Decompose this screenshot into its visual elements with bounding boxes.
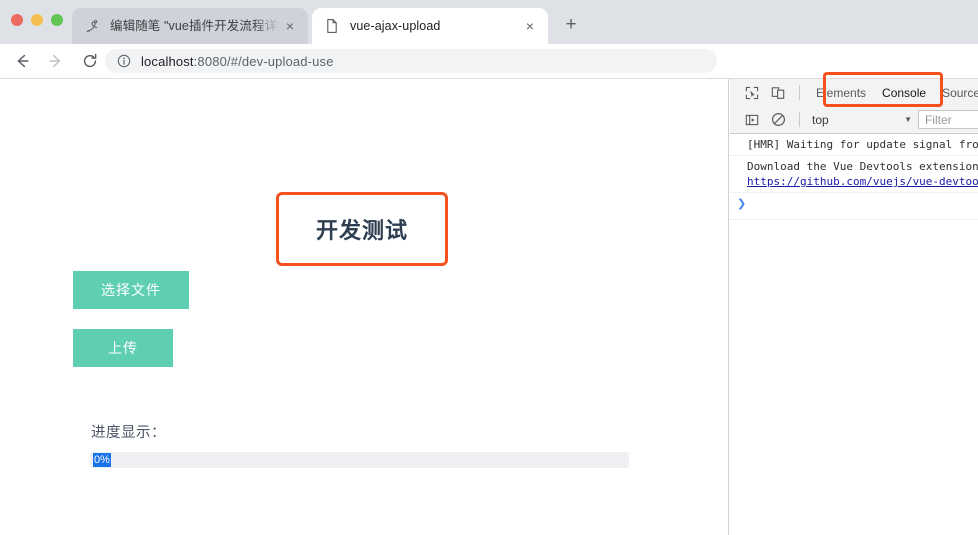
address-bar-text: localhost:8080/#/dev-upload-use (141, 54, 334, 69)
devtools-tab-elements[interactable]: Elements (808, 80, 874, 106)
prompt-chevron-icon: ❯ (737, 197, 747, 210)
browser-window: 编辑随笔 "vue插件开发流程详解 × vue-ajax-upload × + (0, 0, 978, 535)
console-output[interactable]: [HMR] Waiting for update signal from WDS… (730, 134, 978, 535)
clear-console-icon[interactable] (765, 107, 791, 133)
execution-context-label: top (812, 112, 829, 127)
console-message-text: [HMR] Waiting for update signal from WDS… (747, 138, 978, 151)
progress-label: 进度显示： (91, 425, 166, 441)
console-message-text: Download the Vue Devtools extension for … (747, 160, 978, 173)
maximize-window-button[interactable] (51, 14, 63, 26)
console-sidebar-icon[interactable] (739, 107, 765, 133)
minimize-window-button[interactable] (31, 14, 43, 26)
script-pen-icon (84, 18, 100, 34)
reload-button[interactable] (76, 47, 104, 75)
browser-tab-active[interactable]: vue-ajax-upload × (312, 8, 548, 44)
toolbar-divider (799, 85, 800, 100)
close-tab-button[interactable]: × (520, 16, 540, 36)
console-filter-input[interactable]: Filter (918, 110, 978, 129)
url-path: :8080/#/dev-upload-use (193, 53, 334, 69)
device-toolbar-icon[interactable] (765, 80, 791, 106)
blank-page-icon (324, 18, 340, 34)
new-tab-button[interactable]: + (558, 11, 584, 37)
page-viewport: 开发测试 选择文件 上传 进度显示： 0% (0, 79, 729, 535)
devtools-tab-console[interactable]: Console (874, 80, 934, 106)
progress-value-text: 0% (93, 453, 111, 467)
tab-title: vue-ajax-upload (350, 19, 441, 33)
console-input-prompt[interactable]: ❯ (730, 193, 978, 220)
forward-button[interactable] (42, 47, 70, 75)
navigation-toolbar: localhost:8080/#/dev-upload-use (0, 44, 978, 79)
browser-tab-inactive[interactable]: 编辑随笔 "vue插件开发流程详解 × (72, 8, 308, 44)
window-controls (11, 14, 63, 26)
close-tab-button[interactable]: × (280, 16, 300, 36)
tab-title: 编辑随笔 "vue插件开发流程详解 (110, 19, 280, 33)
page-title: 开发测试 (315, 218, 408, 243)
devtools-panel: Elements Console Sources top (730, 79, 978, 535)
url-host: localhost (141, 53, 194, 69)
address-bar[interactable]: localhost:8080/#/dev-upload-use (105, 49, 717, 73)
console-message-link[interactable]: https://github.com/vuejs/vue-devtools (747, 174, 978, 189)
choose-file-button[interactable]: 选择文件 (73, 271, 189, 309)
console-filter-bar: top ▼ Filter (730, 106, 978, 134)
tab-strip: 编辑随笔 "vue插件开发流程详解 × vue-ajax-upload × + (0, 0, 978, 44)
inspect-element-icon[interactable] (739, 80, 765, 106)
console-message: Download the Vue Devtools extension for … (730, 156, 978, 193)
devtools-toolbar: Elements Console Sources (730, 79, 978, 107)
page-title-highlight-box: 开发测试 (276, 192, 448, 266)
devtools-tab-sources[interactable]: Sources (934, 80, 978, 106)
progress-bar: 0% (90, 452, 629, 468)
close-window-button[interactable] (11, 14, 23, 26)
console-message: [HMR] Waiting for update signal from WDS… (730, 134, 978, 156)
filter-divider (799, 112, 800, 127)
back-button[interactable] (8, 47, 36, 75)
upload-button[interactable]: 上传 (73, 329, 173, 367)
info-circle-icon[interactable] (117, 54, 131, 68)
chevron-down-icon: ▼ (904, 115, 912, 124)
execution-context-dropdown[interactable]: top ▼ (808, 110, 918, 130)
